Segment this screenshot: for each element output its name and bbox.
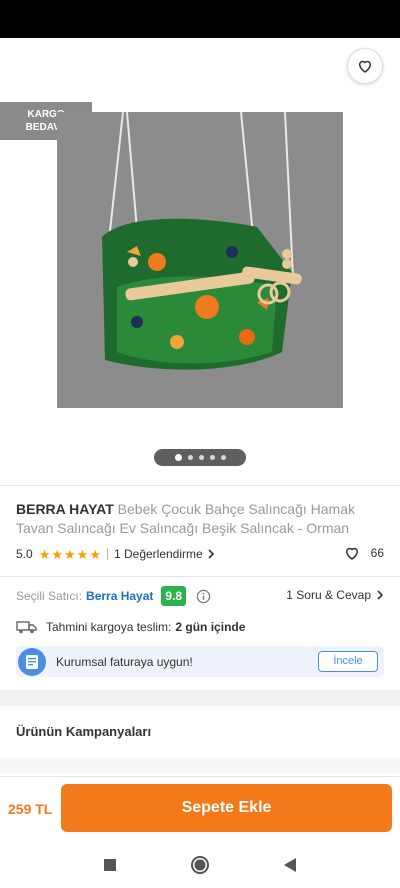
favorite-count[interactable]: 66 — [343, 544, 384, 562]
divider — [0, 576, 400, 577]
product-gallery[interactable]: KARGO BEDAVA — [0, 38, 400, 485]
product-image[interactable] — [57, 112, 343, 408]
section-separator — [0, 690, 400, 706]
delivery-value: 2 gün içinde — [175, 620, 246, 634]
gallery-dot[interactable] — [220, 455, 226, 460]
seller-score-badge: 9.8 — [161, 586, 187, 606]
invoice-icon — [18, 647, 46, 676]
favorite-button[interactable] — [347, 48, 383, 84]
truck-icon — [16, 621, 37, 634]
circle-icon — [191, 856, 209, 874]
home-button[interactable] — [189, 854, 211, 876]
product-title: BERRA HAYAT Bebek Çocuk Bahçe Salıncağı … — [16, 500, 388, 538]
divider — [0, 485, 400, 486]
heart-icon — [359, 60, 371, 73]
chevron-right-icon — [377, 590, 384, 600]
rating-row: 5.0 ★ ★ ★ ★ ★ 1 Değerlendirme 66 — [16, 546, 384, 562]
seller-label: Seçili Satıcı: — [16, 589, 83, 603]
info-icon[interactable] — [196, 589, 211, 604]
campaigns-title[interactable]: Ürünün Kampanyaları — [16, 724, 151, 739]
gallery-dot[interactable] — [209, 455, 215, 460]
bottom-action-bar: 259 TL Sepete Ekle — [0, 776, 400, 842]
qa-label: 1 Soru & Cevap — [286, 588, 371, 602]
heart-icon — [345, 547, 358, 560]
corporate-invoice-banner: Kurumsal faturaya uygun! İncele — [16, 646, 384, 677]
seller-row: Seçili Satıcı: Berra Hayat 9.8 1 Soru & … — [16, 586, 384, 606]
star-icon: ★ — [76, 546, 89, 562]
star-icon: ★ — [38, 546, 51, 562]
delivery-row: Tahmini kargoya teslim: 2 gün içinde — [16, 618, 384, 636]
section-separator — [0, 758, 400, 774]
incele-button[interactable]: İncele — [318, 651, 378, 672]
share-icon — [301, 59, 318, 77]
status-bar — [0, 0, 400, 38]
favorite-count-value: 66 — [370, 546, 384, 560]
reviews-link[interactable]: 1 Değerlendirme — [114, 547, 215, 561]
gallery-dot[interactable] — [187, 455, 193, 460]
swing-illustration — [57, 112, 343, 408]
star-icon: ★ — [64, 546, 76, 562]
star-icon: ★ — [51, 546, 63, 562]
recents-button[interactable] — [99, 854, 121, 876]
price: 259 TL — [8, 801, 53, 817]
back-nav-button[interactable] — [279, 854, 301, 876]
seller-name-link[interactable]: Berra Hayat — [86, 589, 153, 603]
triangle-back-icon — [284, 858, 296, 872]
gallery-dot[interactable] — [174, 454, 182, 461]
gallery-pagination[interactable] — [154, 449, 246, 466]
brand-name[interactable]: BERRA HAYAT — [16, 501, 114, 517]
star-icon: ★ — [89, 546, 101, 562]
add-to-cart-button[interactable]: Sepete Ekle — [61, 784, 392, 832]
square-icon — [104, 859, 116, 871]
gallery-dot[interactable] — [198, 455, 204, 460]
qa-link[interactable]: 1 Soru & Cevap — [286, 588, 384, 602]
system-nav-bar — [0, 842, 400, 888]
delivery-label: Tahmini kargoya teslim: — [46, 620, 172, 634]
rating-stars: ★ ★ ★ ★ ★ — [39, 548, 101, 561]
separator — [106, 548, 108, 560]
rating-score: 5.0 — [16, 547, 33, 561]
reviews-count: 1 Değerlendirme — [113, 547, 203, 561]
invoice-text: Kurumsal faturaya uygun! — [56, 654, 193, 669]
back-button[interactable] — [10, 50, 46, 86]
share-button[interactable] — [292, 50, 328, 86]
back-arrow-icon — [20, 61, 36, 75]
chevron-right-icon — [208, 549, 214, 559]
